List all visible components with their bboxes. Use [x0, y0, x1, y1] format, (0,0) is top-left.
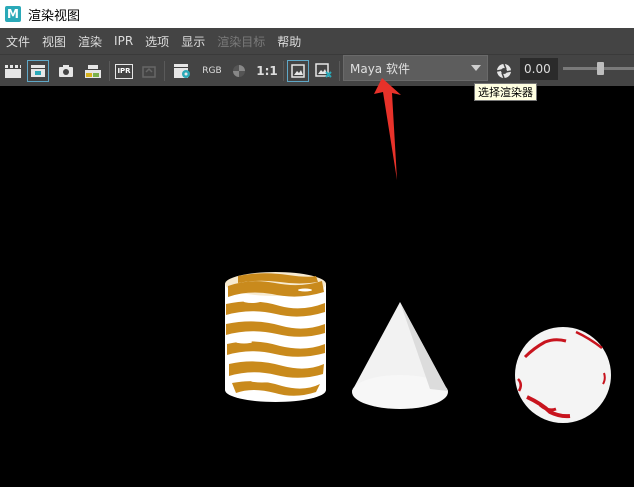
render-viewport [0, 86, 634, 483]
clapboard-region-icon [31, 65, 45, 77]
rgb-channel-button[interactable]: RGB [199, 60, 225, 82]
annotation-arrow [374, 78, 401, 180]
exposure-slider-handle[interactable] [597, 62, 604, 75]
rendered-scene [225, 272, 611, 423]
snapshot-button[interactable] [56, 60, 76, 82]
remove-image-button[interactable] [313, 60, 335, 82]
image-icon [291, 64, 305, 78]
toolbar-separator [164, 61, 165, 81]
toolbar-separator [339, 61, 340, 81]
chevron-down-icon [465, 56, 487, 80]
exposure-value-field[interactable]: 0.00 [520, 58, 558, 80]
camera-icon [59, 65, 73, 77]
renderer-tooltip: 选择渲染器 [474, 83, 537, 101]
window-title: 渲染视图 [28, 8, 81, 24]
rendered-cylinder [225, 272, 326, 402]
menu-ipr[interactable]: IPR [108, 34, 139, 48]
ipr-refresh-button[interactable] [139, 60, 159, 82]
toolbar-separator [109, 61, 110, 81]
clapboard-icon [5, 65, 21, 78]
alpha-checker-button[interactable] [229, 60, 249, 82]
keep-image-button[interactable] [82, 60, 104, 82]
menu-display[interactable]: 显示 [175, 33, 211, 50]
checker-icon [233, 65, 245, 77]
menu-render-target[interactable]: 渲染目标 [211, 33, 271, 50]
rendered-sphere [515, 327, 611, 423]
menu-file[interactable]: 文件 [0, 33, 36, 50]
menu-view[interactable]: 视图 [36, 33, 72, 50]
menu-render[interactable]: 渲染 [72, 33, 108, 50]
title-bar: M 渲染视图 [0, 0, 634, 28]
ipr-refresh-icon [142, 66, 156, 78]
render-settings-icon [174, 64, 190, 78]
menu-bar: 文件 视图 渲染 IPR 选项 显示 渲染目标 帮助 [0, 28, 634, 54]
display-image-button[interactable] [287, 60, 309, 82]
real-size-button[interactable]: 1:1 [255, 60, 279, 82]
aperture-icon [496, 63, 512, 79]
menu-options[interactable]: 选项 [139, 33, 175, 50]
ipr-render-button[interactable]: IPR [113, 60, 135, 82]
exposure-button[interactable] [494, 60, 514, 82]
menu-help[interactable]: 帮助 [271, 33, 307, 50]
render-settings-button[interactable] [171, 60, 193, 82]
rendered-cone [352, 302, 448, 409]
keep-image-icon [85, 65, 101, 78]
renderer-select[interactable]: Maya 软件 [343, 55, 488, 81]
ipr-icon-label: IPR [115, 63, 133, 79]
image-remove-icon [315, 63, 332, 78]
maya-logo-icon: M [5, 6, 21, 22]
render-region-button[interactable] [27, 60, 49, 82]
render-frame-button[interactable] [3, 60, 23, 82]
toolbar-separator [283, 61, 284, 81]
